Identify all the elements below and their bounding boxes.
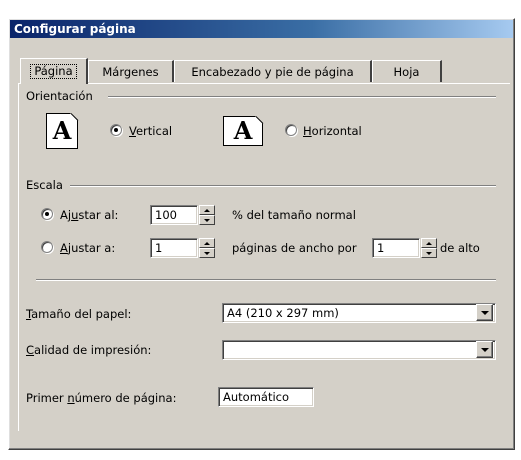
spin-down-arrow-icon[interactable] bbox=[421, 248, 437, 258]
spin-down-arrow-icon[interactable] bbox=[199, 215, 215, 225]
fit-label[interactable]: Ajustar a: bbox=[60, 241, 115, 255]
portrait-radio[interactable] bbox=[110, 124, 122, 136]
paper-size-select[interactable]: A4 (210 x 297 mm) bbox=[222, 303, 496, 323]
chevron-down-icon[interactable] bbox=[476, 341, 493, 358]
tab-pagina[interactable]: Página bbox=[20, 58, 88, 84]
tab-hoja[interactable]: Hoja bbox=[372, 60, 442, 82]
landscape-label[interactable]: Horizontal bbox=[303, 124, 362, 138]
radio-selected-dot bbox=[45, 212, 49, 216]
adjust-suffix: % del tamaño normal bbox=[232, 208, 356, 222]
adjust-label[interactable]: Ajustar al: bbox=[60, 208, 118, 222]
spin-up-arrow-icon[interactable] bbox=[199, 205, 215, 215]
title-bar[interactable]: Configurar página bbox=[10, 20, 513, 38]
adjust-radio[interactable] bbox=[41, 208, 53, 220]
tab-encabezado[interactable]: Encabezado y pie de página bbox=[174, 60, 372, 82]
landscape-icon-letter: A bbox=[233, 116, 253, 145]
paper-size-label: Tamaño del papel: bbox=[26, 307, 132, 321]
landscape-page-icon: A bbox=[223, 116, 264, 146]
landscape-radio[interactable] bbox=[285, 124, 297, 136]
first-page-number-label: Primer número de página: bbox=[26, 391, 177, 405]
portrait-page-icon: A bbox=[46, 113, 79, 149]
scale-divider bbox=[70, 185, 496, 187]
portrait-icon-letter: A bbox=[52, 116, 72, 145]
scale-group-label: Escala bbox=[26, 178, 63, 192]
radio-selected-dot bbox=[114, 128, 118, 132]
fit-radio[interactable] bbox=[41, 241, 53, 253]
window-title: Configurar página bbox=[14, 22, 136, 36]
section-divider bbox=[36, 279, 496, 281]
tab-margenes[interactable]: Márgenes bbox=[88, 60, 174, 82]
paper-size-value: A4 (210 x 297 mm) bbox=[227, 306, 339, 320]
orientation-divider bbox=[108, 96, 496, 98]
tab-label: Encabezado y pie de página bbox=[191, 65, 354, 79]
portrait-label[interactable]: Vertical bbox=[129, 124, 172, 138]
spin-up-arrow-icon[interactable] bbox=[421, 238, 437, 248]
tab-label: Márgenes bbox=[102, 65, 159, 79]
fit-tall-spinner[interactable] bbox=[421, 238, 437, 258]
chevron-down-icon[interactable] bbox=[476, 304, 493, 321]
tab-label: Hoja bbox=[393, 65, 420, 79]
adjust-percent-input[interactable]: 100 bbox=[150, 205, 198, 225]
fit-wide-input[interactable]: 1 bbox=[150, 238, 198, 258]
fit-suffix: de alto bbox=[440, 241, 480, 255]
fit-mid-text: páginas de ancho por bbox=[232, 241, 357, 255]
spin-down-arrow-icon[interactable] bbox=[199, 248, 215, 258]
fit-wide-spinner[interactable] bbox=[199, 238, 215, 258]
tab-label: Página bbox=[30, 64, 77, 79]
print-quality-label: Calidad de impresión: bbox=[26, 343, 152, 357]
spin-up-arrow-icon[interactable] bbox=[199, 238, 215, 248]
orientation-group-label: Orientación bbox=[26, 89, 93, 103]
print-quality-select[interactable] bbox=[222, 340, 496, 360]
fit-tall-input[interactable]: 1 bbox=[372, 238, 420, 258]
adjust-spinner[interactable] bbox=[199, 205, 215, 225]
first-page-number-input[interactable]: Automático bbox=[218, 387, 314, 407]
